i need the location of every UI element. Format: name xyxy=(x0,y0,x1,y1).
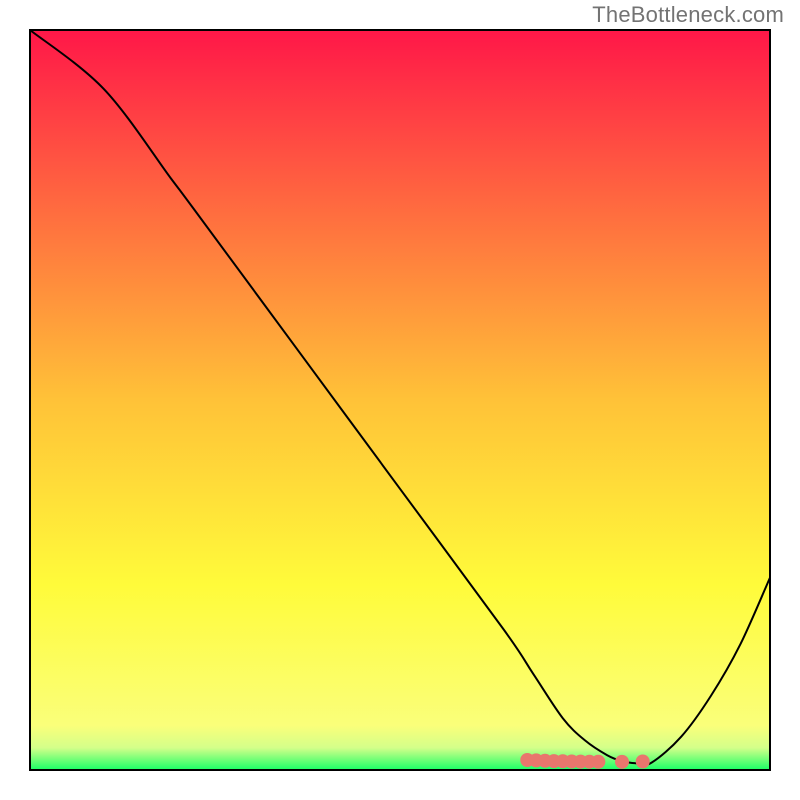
plot-background xyxy=(30,30,770,770)
highlighted-point xyxy=(636,754,650,768)
chart-canvas xyxy=(0,0,800,800)
highlighted-point xyxy=(615,755,629,769)
highlighted-point xyxy=(591,755,605,769)
